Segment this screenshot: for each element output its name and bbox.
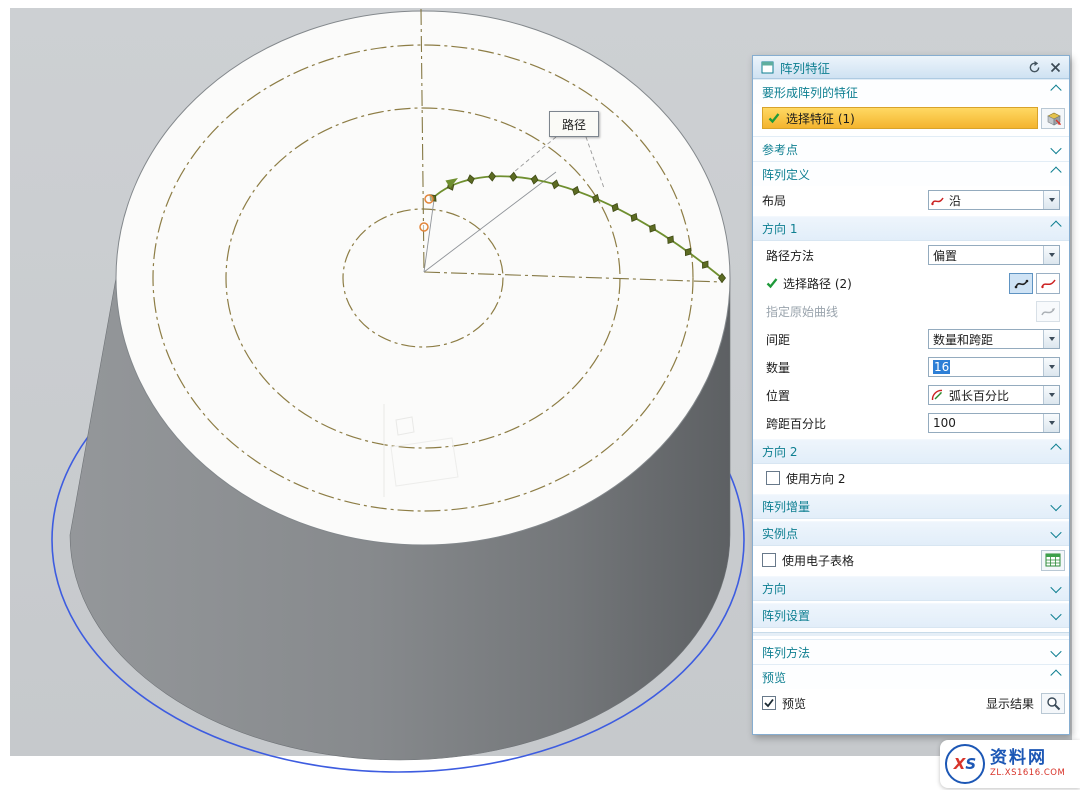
section-reference-point[interactable]: 参考点 <box>753 136 1069 161</box>
count-label: 数量 <box>766 359 928 376</box>
layout-dropdown[interactable]: 沿 <box>928 190 1060 210</box>
preview-checkbox-label: 预览 <box>782 695 986 712</box>
path-method-label: 路径方法 <box>766 247 928 264</box>
pattern-feature-dialog: 阵列特征 要形成阵列的特征 选择特征 (1) <box>752 55 1070 735</box>
group-orientation[interactable]: 方向 <box>753 576 1069 601</box>
group-instance-points[interactable]: 实例点 <box>753 521 1069 546</box>
dialog-title: 阵列特征 <box>780 58 1021 77</box>
cylinder-top-face[interactable] <box>116 11 730 545</box>
chevron-up-icon <box>1050 220 1061 231</box>
pattern-method-label: 阵列方法 <box>762 644 810 661</box>
preview-checkbox[interactable] <box>762 696 776 710</box>
original-curve-icon <box>1036 301 1060 322</box>
section-divider <box>753 632 1069 637</box>
count-value[interactable]: 16 <box>933 360 950 374</box>
direction2-label: 方向 2 <box>762 443 797 460</box>
dropdown-arrow-icon[interactable] <box>1043 246 1059 264</box>
watermark: XS 资料网 ZL.XS1616.COM <box>940 740 1080 788</box>
chevron-down-icon <box>1050 142 1061 153</box>
section-pattern-definition[interactable]: 阵列定义 <box>753 161 1069 186</box>
preview-section-label: 预览 <box>762 669 786 686</box>
use-direction2-label: 使用方向 2 <box>786 470 1060 487</box>
curve-select-icon[interactable] <box>1009 273 1033 294</box>
direction1-label: 方向 1 <box>762 220 797 237</box>
span-percent-value: 100 <box>929 416 1043 430</box>
group-direction-1[interactable]: 方向 1 <box>753 216 1069 241</box>
position-dropdown[interactable]: 弧长百分比 <box>928 385 1060 405</box>
watermark-logo-text: S <box>965 755 976 773</box>
path-point-handle[interactable] <box>420 223 428 231</box>
watermark-site-url: ZL.XS1616.COM <box>990 769 1065 779</box>
position-label: 位置 <box>766 387 928 404</box>
spreadsheet-icon[interactable] <box>1041 550 1065 571</box>
pattern-increment-label: 阵列增量 <box>762 498 810 515</box>
use-spreadsheet-label: 使用电子表格 <box>782 552 1038 569</box>
select-feature-field[interactable]: 选择特征 (1) <box>762 107 1038 129</box>
watermark-logo: XS <box>945 744 985 784</box>
use-spreadsheet-checkbox[interactable] <box>762 553 776 567</box>
dropdown-arrow-icon[interactable] <box>1043 414 1059 432</box>
position-value: 弧长百分比 <box>945 387 1043 404</box>
spacing-label: 间距 <box>766 331 928 348</box>
magnifier-icon[interactable] <box>1041 693 1065 714</box>
watermark-site-name: 资料网 <box>990 749 1065 769</box>
dropdown-arrow-icon[interactable] <box>1043 386 1059 404</box>
dialog-icon <box>759 59 775 75</box>
layout-value: 沿 <box>945 192 1043 209</box>
curve-rule-icon[interactable] <box>1036 273 1060 294</box>
pattern-settings-label: 阵列设置 <box>762 607 810 624</box>
reset-icon[interactable] <box>1026 59 1042 75</box>
specify-original-curve-label: 指定原始曲线 <box>766 303 1033 320</box>
path-origin-handle[interactable] <box>425 195 433 203</box>
chevron-up-icon <box>1050 669 1061 680</box>
check-icon <box>768 112 780 124</box>
reference-point-label: 参考点 <box>762 141 798 158</box>
chevron-down-icon <box>1050 526 1061 537</box>
select-path-label[interactable]: 选择路径 (2) <box>783 275 1006 292</box>
check-icon <box>766 277 778 289</box>
spacing-value: 数量和跨距 <box>929 331 1043 348</box>
group-direction-2[interactable]: 方向 2 <box>753 439 1069 464</box>
section-pattern-method[interactable]: 阵列方法 <box>753 639 1069 664</box>
group-pattern-settings[interactable]: 阵列设置 <box>753 603 1069 628</box>
section-feature-label: 要形成阵列的特征 <box>762 84 858 101</box>
spacing-dropdown[interactable]: 数量和跨距 <box>928 329 1060 349</box>
chevron-down-icon <box>1050 581 1061 592</box>
use-direction2-checkbox[interactable] <box>766 471 780 485</box>
path-method-value: 偏置 <box>929 247 1043 264</box>
path-tooltip: 路径 <box>549 111 599 137</box>
span-percent-label: 跨距百分比 <box>766 415 928 432</box>
orientation-label: 方向 <box>762 580 786 597</box>
select-feature-label: 选择特征 (1) <box>786 110 855 127</box>
path-method-dropdown[interactable]: 偏置 <box>928 245 1060 265</box>
check-icon <box>764 698 774 708</box>
feature-icon[interactable] <box>1041 108 1065 129</box>
dropdown-arrow-icon[interactable] <box>1043 358 1059 376</box>
group-pattern-increment[interactable]: 阵列增量 <box>753 494 1069 519</box>
span-percent-input[interactable]: 100 <box>928 413 1060 433</box>
layout-label: 布局 <box>762 192 928 209</box>
dropdown-arrow-icon[interactable] <box>1043 330 1059 348</box>
chevron-down-icon <box>1050 645 1061 656</box>
chevron-up-icon <box>1050 84 1061 95</box>
instance-points-label: 实例点 <box>762 525 798 542</box>
dropdown-arrow-icon[interactable] <box>1043 191 1059 209</box>
chevron-down-icon <box>1050 499 1061 510</box>
arc-percent-icon <box>929 389 945 402</box>
chevron-down-icon <box>1050 608 1061 619</box>
pattern-definition-label: 阵列定义 <box>762 166 810 183</box>
close-icon[interactable] <box>1047 59 1063 75</box>
chevron-up-icon <box>1050 166 1061 177</box>
section-preview[interactable]: 预览 <box>753 664 1069 689</box>
along-curve-icon <box>929 194 945 207</box>
path-tooltip-label: 路径 <box>562 116 586 133</box>
dialog-titlebar[interactable]: 阵列特征 <box>753 56 1069 79</box>
application-window: 路径 阵列特征 要形成阵列的特征 选择特征 (1) <box>0 0 1080 790</box>
chevron-up-icon <box>1050 443 1061 454</box>
count-input[interactable]: 16 <box>928 357 1060 377</box>
show-result-label: 显示结果 <box>986 695 1034 712</box>
section-feature-to-pattern[interactable]: 要形成阵列的特征 <box>753 79 1069 104</box>
